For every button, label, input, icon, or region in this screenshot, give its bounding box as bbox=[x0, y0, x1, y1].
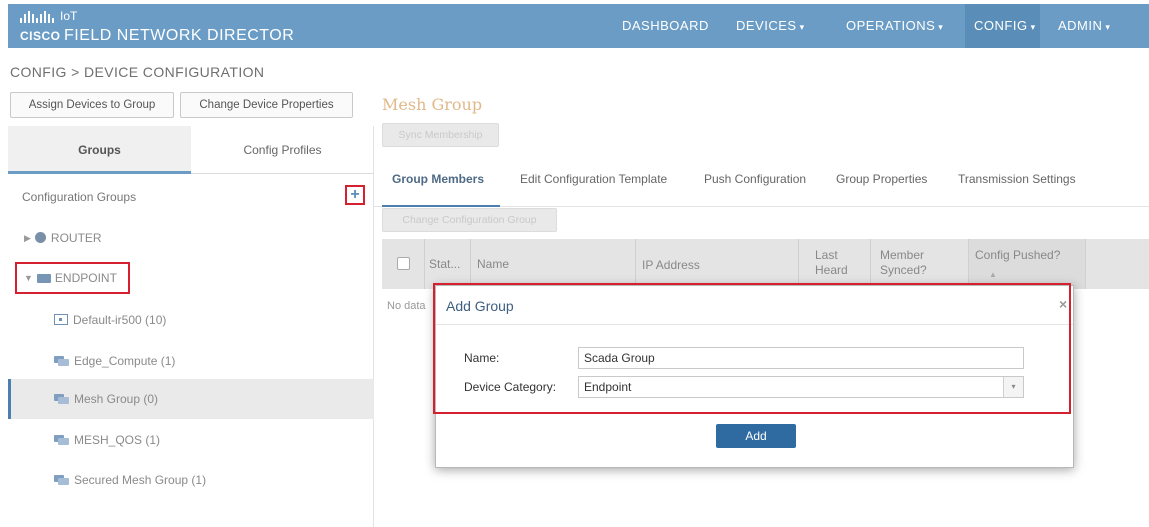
column-member-synced-line1: Member bbox=[880, 248, 925, 262]
endpoint-highlight-box bbox=[15, 262, 130, 294]
column-config-pushed[interactable]: Config Pushed? ▲ bbox=[969, 239, 1086, 289]
select-all-column bbox=[382, 239, 425, 289]
add-button[interactable]: Add bbox=[716, 424, 796, 448]
tab-transmission-settings[interactable]: Transmission Settings bbox=[958, 172, 1076, 186]
left-panel-tabs: Groups Config Profiles bbox=[8, 126, 374, 174]
column-status[interactable]: Stat... bbox=[425, 239, 471, 289]
tab-groups[interactable]: Groups bbox=[8, 126, 191, 174]
change-device-properties-button[interactable]: Change Device Properties bbox=[180, 92, 353, 118]
column-status-label: Stat... bbox=[429, 257, 461, 271]
chevron-down-icon: ▾ bbox=[799, 22, 805, 32]
tree-node-router-label: ROUTER bbox=[50, 231, 102, 245]
tree-node-router[interactable]: ▶ ROUTER bbox=[24, 231, 102, 245]
tree-node-mesh-group[interactable]: Mesh Group (0) bbox=[8, 379, 374, 419]
nav-dashboard-label: DASHBOARD bbox=[622, 18, 709, 33]
tree-node-mesh-qos[interactable]: MESH_QOS (1) bbox=[54, 433, 160, 447]
router-icon bbox=[34, 232, 46, 243]
tree-node-label: Mesh Group (0) bbox=[74, 392, 159, 406]
column-name-label: Name bbox=[477, 257, 510, 271]
caret-right-icon: ▶ bbox=[24, 233, 31, 243]
tree-node-label: Default-ir500 (10) bbox=[73, 313, 167, 327]
breadcrumb: CONFIG > DEVICE CONFIGURATION bbox=[10, 64, 265, 80]
group-icon bbox=[54, 435, 69, 445]
nav-dashboard[interactable]: DASHBOARD bbox=[622, 4, 722, 48]
column-config-pushed-label: Config Pushed? bbox=[975, 248, 1061, 262]
nav-operations-label: OPERATIONS bbox=[846, 18, 936, 33]
nav-admin[interactable]: ADMIN ▾ bbox=[1052, 4, 1147, 48]
tree-node-label: Edge_Compute (1) bbox=[74, 354, 176, 368]
tab-edit-configuration-template[interactable]: Edit Configuration Template bbox=[520, 172, 667, 186]
table-empty-message: No data bbox=[387, 300, 426, 312]
sort-ascending-icon: ▲ bbox=[989, 270, 997, 279]
select-all-checkbox[interactable] bbox=[397, 257, 410, 270]
tab-config-profiles[interactable]: Config Profiles bbox=[191, 126, 374, 174]
column-ip-address[interactable]: IP Address bbox=[636, 239, 799, 289]
device-icon bbox=[54, 314, 68, 325]
group-icon bbox=[54, 394, 69, 404]
nav-devices[interactable]: DEVICES ▾ bbox=[736, 4, 838, 48]
nav-operations[interactable]: OPERATIONS ▾ bbox=[846, 4, 968, 48]
configuration-groups-label: Configuration Groups bbox=[22, 190, 137, 204]
cisco-bars-icon bbox=[20, 11, 54, 23]
tab-push-configuration[interactable]: Push Configuration bbox=[704, 172, 806, 186]
change-configuration-group-button[interactable]: Change Configuration Group bbox=[382, 208, 557, 232]
tree-node-secured-mesh-group[interactable]: Secured Mesh Group (1) bbox=[54, 473, 206, 487]
column-ip-address-label: IP Address bbox=[642, 258, 700, 272]
plus-icon[interactable]: + bbox=[345, 185, 365, 205]
nav-admin-label: ADMIN bbox=[1058, 18, 1103, 33]
chevron-down-icon: ▾ bbox=[938, 22, 944, 32]
brand-company-text: CISCO bbox=[20, 29, 61, 43]
nav-config-label: CONFIG bbox=[974, 18, 1028, 33]
form-highlight-box bbox=[433, 283, 1071, 414]
tab-group-properties[interactable]: Group Properties bbox=[836, 172, 927, 186]
brand-iot-text: IoT bbox=[60, 9, 78, 23]
column-last-heard-line2: Heard bbox=[815, 263, 848, 277]
column-name[interactable]: Name bbox=[471, 239, 636, 289]
column-last-heard[interactable]: Last Heard bbox=[799, 239, 871, 289]
nav-config[interactable]: CONFIG ▾ bbox=[965, 4, 1040, 48]
brand-product-text: FIELD NETWORK DIRECTOR bbox=[64, 27, 295, 44]
tree-node-label: MESH_QOS (1) bbox=[74, 433, 161, 447]
group-icon bbox=[54, 475, 69, 485]
column-member-synced[interactable]: Member Synced? bbox=[871, 239, 969, 289]
tree-node-label: Secured Mesh Group (1) bbox=[74, 473, 207, 487]
chevron-down-icon: ▾ bbox=[1030, 22, 1036, 32]
fnd-device-configuration-page: IoT CISCO FIELD NETWORK DIRECTOR DASHBOA… bbox=[0, 0, 1149, 527]
column-last-heard-line1: Last bbox=[815, 248, 838, 262]
group-members-table-header: Stat... Name IP Address Last Heard Membe… bbox=[382, 239, 1149, 289]
tab-group-members[interactable]: Group Members bbox=[392, 172, 484, 186]
chevron-down-icon: ▾ bbox=[1105, 22, 1111, 32]
tree-node-default-ir500[interactable]: Default-ir500 (10) bbox=[54, 313, 166, 327]
column-member-synced-line2: Synced? bbox=[880, 263, 927, 277]
page-title: Mesh Group bbox=[382, 95, 483, 114]
group-icon bbox=[54, 356, 69, 366]
sync-membership-button[interactable]: Sync Membership bbox=[382, 123, 499, 147]
top-nav-bar: IoT CISCO FIELD NETWORK DIRECTOR DASHBOA… bbox=[8, 4, 1149, 48]
tree-node-edge-compute[interactable]: Edge_Compute (1) bbox=[54, 354, 175, 368]
nav-devices-label: DEVICES bbox=[736, 18, 797, 33]
assign-devices-to-group-button[interactable]: Assign Devices to Group bbox=[10, 92, 174, 118]
active-tab-indicator bbox=[382, 205, 500, 207]
